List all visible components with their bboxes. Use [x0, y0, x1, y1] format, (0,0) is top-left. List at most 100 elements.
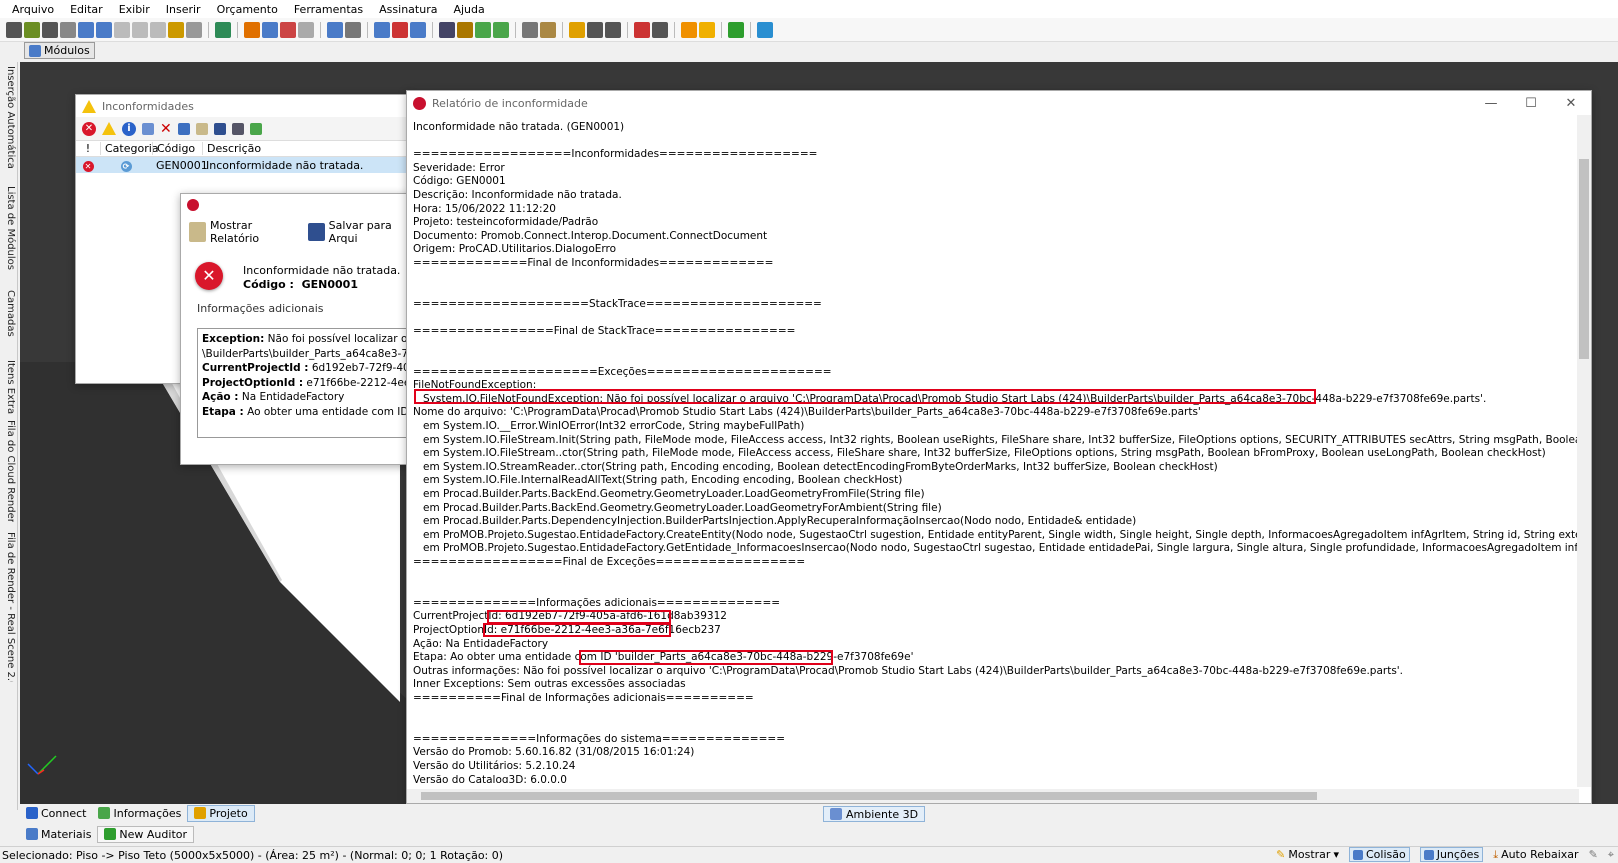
- col-categoria[interactable]: Categoria: [100, 142, 159, 155]
- view-tab-0[interactable]: Connect: [20, 805, 92, 822]
- report-title: Relatório de inconformidade: [432, 96, 588, 110]
- juncoes-toggle[interactable]: Junções: [1419, 847, 1484, 862]
- toolbar-icon-20[interactable]: [345, 21, 361, 38]
- toolbar-icon-9[interactable]: [168, 21, 184, 38]
- menu-item-5[interactable]: Ferramentas: [286, 3, 371, 16]
- toolbar-icon-31[interactable]: [522, 21, 538, 38]
- toolbar-icon-2[interactable]: [42, 21, 58, 38]
- toolbar-icon-28[interactable]: [475, 21, 491, 38]
- menu-item-7[interactable]: Ajuda: [445, 3, 492, 16]
- toolbar-icon-36[interactable]: [605, 21, 621, 38]
- left-tab-2[interactable]: Camadas: [2, 290, 16, 352]
- horizontal-scroll-thumb[interactable]: [421, 792, 1317, 800]
- info-line: \BuilderParts\builder_Parts_a64ca8e3-70b…: [202, 347, 416, 362]
- toolbar-icon-1[interactable]: [24, 21, 40, 38]
- close-button[interactable]: ✕: [1551, 91, 1591, 115]
- info-box[interactable]: Exception: Não foi possível localizar o …: [197, 328, 417, 438]
- report-text[interactable]: Inconformidade não tratada. (GEN0001) ===…: [413, 121, 1578, 783]
- toolbar-icon-12[interactable]: [215, 21, 231, 38]
- toolbar-icon-42[interactable]: [699, 21, 715, 38]
- left-tab-1[interactable]: Lista de Módulos: [2, 186, 16, 282]
- toolbar-icon-6[interactable]: [114, 21, 130, 38]
- vertical-scroll-thumb[interactable]: [1579, 159, 1589, 359]
- col-codigo[interactable]: Código: [152, 142, 202, 155]
- show-report-button[interactable]: Mostrar Relatório: [189, 219, 300, 245]
- toolbar-icon-26[interactable]: [439, 21, 455, 38]
- toolbar-icon-38[interactable]: [634, 21, 650, 38]
- exit-icon[interactable]: [249, 122, 262, 135]
- left-tab-4[interactable]: Fila do Cloud Render: [2, 420, 16, 522]
- app-logo-icon: [413, 96, 426, 110]
- vertical-scrollbar[interactable]: [1577, 115, 1591, 787]
- inconformidades-titlebar[interactable]: Inconformidades: [76, 95, 414, 117]
- toolbar-icon-15[interactable]: [262, 21, 278, 38]
- toolbar-icon-14[interactable]: [244, 21, 260, 38]
- filter-info-icon[interactable]: i: [122, 121, 136, 136]
- left-tab-0[interactable]: Inserção Automática: [2, 66, 16, 178]
- delete-icon[interactable]: ✕: [160, 121, 172, 137]
- toolbar-icon-22[interactable]: [374, 21, 390, 38]
- toolbar-icon-0[interactable]: [6, 21, 22, 38]
- view-tab-1[interactable]: Informações: [92, 805, 187, 822]
- menu-item-4[interactable]: Orçamento: [209, 3, 286, 16]
- minimize-button[interactable]: —: [1471, 91, 1511, 115]
- left-tab-3[interactable]: Itens Extras: [2, 360, 16, 414]
- report-titlebar[interactable]: Relatório de inconformidade — ☐ ✕: [407, 91, 1591, 115]
- horizontal-scrollbar[interactable]: [407, 789, 1579, 803]
- report-line: ProjectOptionId: e71f66be-2212-4ee3-a36a…: [413, 623, 721, 636]
- toolbar-icon-7[interactable]: [132, 21, 148, 38]
- toolbar-icon-19[interactable]: [327, 21, 343, 38]
- toolbar-icon-10[interactable]: [186, 21, 202, 38]
- left-tab-5[interactable]: Fila de Render - Real Scene 2.0: [2, 532, 16, 682]
- clear-icon[interactable]: [142, 122, 154, 135]
- details-icon[interactable]: [177, 122, 190, 135]
- menu-item-0[interactable]: Arquivo: [4, 3, 62, 16]
- toolbar-icon-29[interactable]: [493, 21, 509, 38]
- menu-item-6[interactable]: Assinatura: [371, 3, 445, 16]
- view-tab-2[interactable]: Projeto: [187, 804, 255, 822]
- save-icon[interactable]: [213, 122, 226, 135]
- toolbar-icon-34[interactable]: [569, 21, 585, 38]
- filter-warning-icon[interactable]: [102, 122, 116, 135]
- inconformidades-title: Inconformidades: [102, 99, 194, 113]
- bottom-tab-1[interactable]: New Auditor: [97, 825, 195, 843]
- auto-rebaixar-toggle[interactable]: ⤓ Auto Rebaixar: [1493, 848, 1578, 862]
- toolbar-separator: [627, 21, 628, 38]
- toolbar-icon-5[interactable]: [96, 21, 112, 38]
- toolbar-icon-46[interactable]: [757, 21, 773, 38]
- menu-item-3[interactable]: Inserir: [158, 3, 209, 16]
- toolbar-icon-27[interactable]: [457, 21, 473, 38]
- menu-item-1[interactable]: Editar: [62, 3, 111, 16]
- pin-icon[interactable]: ⌖: [1608, 848, 1614, 862]
- colisao-toggle[interactable]: Colisão: [1348, 847, 1410, 862]
- toolbar-icon-24[interactable]: [410, 21, 426, 38]
- globe-icon[interactable]: [231, 122, 244, 135]
- col-descricao[interactable]: Descrição: [202, 142, 414, 155]
- toolbar-icon-35[interactable]: [587, 21, 603, 38]
- error-dialog-titlebar[interactable]: [181, 194, 419, 216]
- toolbar-icon-4[interactable]: [78, 21, 94, 38]
- toolbar-icon-17[interactable]: [298, 21, 314, 38]
- toolbar-icon-32[interactable]: [540, 21, 556, 38]
- toolbar-icon-41[interactable]: [681, 21, 697, 38]
- save-file-button[interactable]: Salvar para Arqui: [307, 219, 419, 245]
- report-line: [413, 339, 1578, 353]
- toolbar-icon-8[interactable]: [150, 21, 166, 38]
- filter-error-icon[interactable]: ✕: [82, 121, 96, 136]
- toolbar-icon-3[interactable]: [60, 21, 76, 38]
- mostrar-button[interactable]: ✎ Mostrar ▾: [1276, 848, 1339, 861]
- report-icon[interactable]: [195, 122, 208, 135]
- modules-tab[interactable]: Módulos: [24, 42, 95, 59]
- ambient-3d-tab[interactable]: Ambiente 3D: [823, 806, 926, 822]
- toolbar-icon-39[interactable]: [652, 21, 668, 38]
- toolbar-icon-23[interactable]: [392, 21, 408, 38]
- toolbar-icon-44[interactable]: [728, 21, 744, 38]
- tool-icon[interactable]: ✎: [1589, 848, 1598, 861]
- toolbar-icon-16[interactable]: [280, 21, 296, 38]
- maximize-button[interactable]: ☐: [1511, 91, 1551, 115]
- table-row[interactable]: ✕ ⟳ GEN0001 Inconformidade não tratada.: [76, 157, 414, 173]
- error-icon: ✕: [195, 262, 223, 290]
- bottom-tab-0[interactable]: Materiais: [20, 826, 97, 843]
- menu-item-2[interactable]: Exibir: [111, 3, 158, 16]
- col-flag[interactable]: !: [76, 142, 100, 155]
